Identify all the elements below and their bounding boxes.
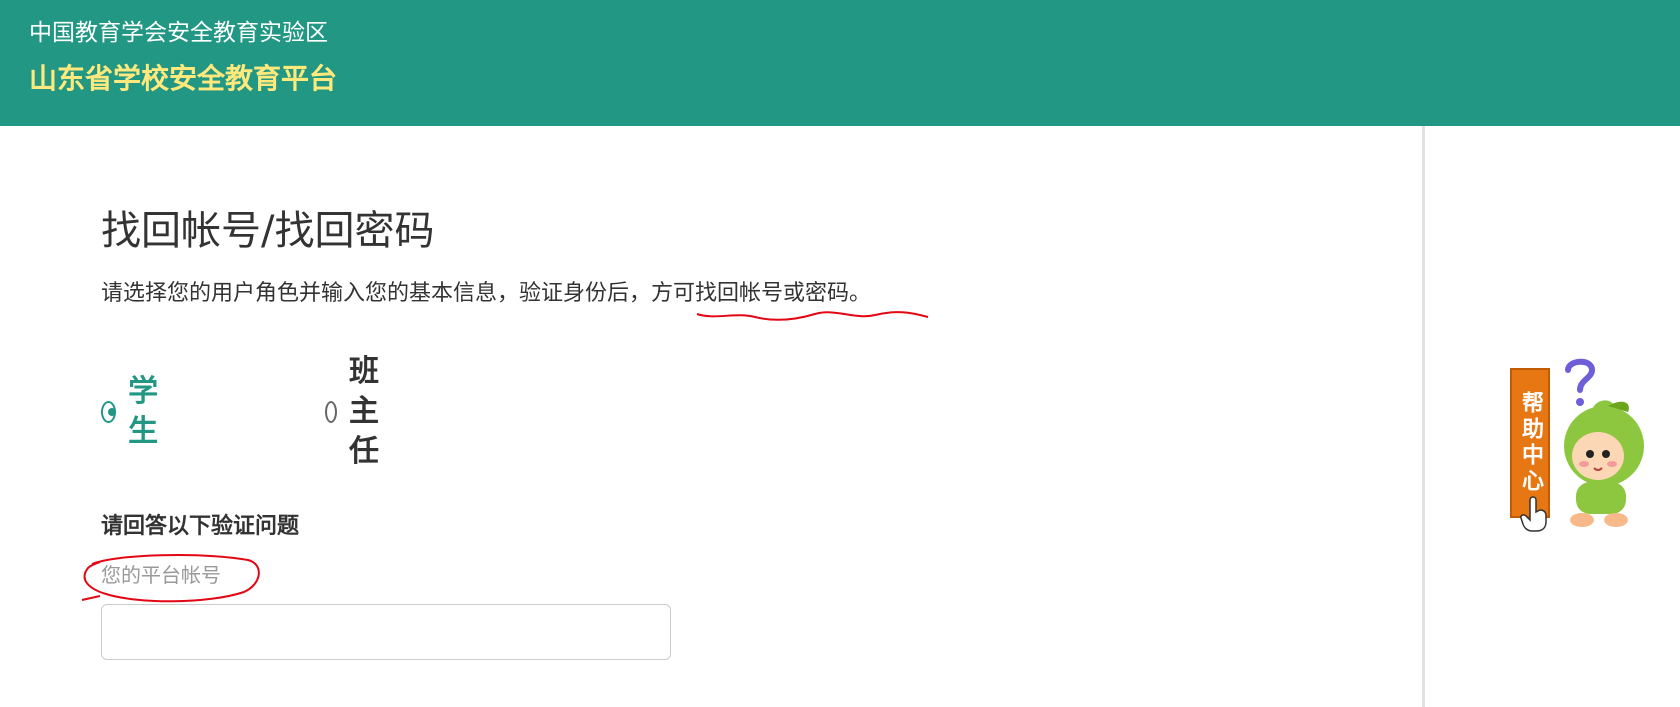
role-option-student[interactable]: 学生 (101, 374, 165, 449)
platform-name[interactable]: 山东省学校安全教育平台 (29, 60, 337, 98)
role-option-head-teacher[interactable]: 班主任 (325, 354, 389, 469)
role-label-head-teacher: 班主任 (349, 354, 379, 469)
help-center-label: 帮助中心 (1518, 391, 1543, 495)
site-header: 中国教育学会安全教育实验区 山东省学校安全教育平台 (0, 0, 1680, 126)
red-underline-annotation (696, 311, 929, 321)
org-name: 中国教育学会安全教育实验区 (29, 20, 328, 46)
content-divider (1422, 126, 1425, 707)
hand-pointer-icon (1520, 496, 1547, 532)
role-label-student: 学生 (128, 374, 159, 449)
radio-student[interactable] (101, 401, 117, 423)
page-title: 找回帐号/找回密码 (101, 208, 435, 254)
verification-title: 请回答以下验证问题 (101, 514, 300, 539)
account-input[interactable] (101, 604, 671, 660)
red-circle-annotation (81, 554, 260, 603)
help-center-widget[interactable]: 帮助中心 (1508, 356, 1648, 536)
radio-head-teacher[interactable] (325, 401, 337, 423)
page-description: 请选择您的用户角色并输入您的基本信息，验证身份后，方可找回帐号或密码。 (101, 281, 872, 306)
mascot-icon (1564, 400, 1644, 527)
